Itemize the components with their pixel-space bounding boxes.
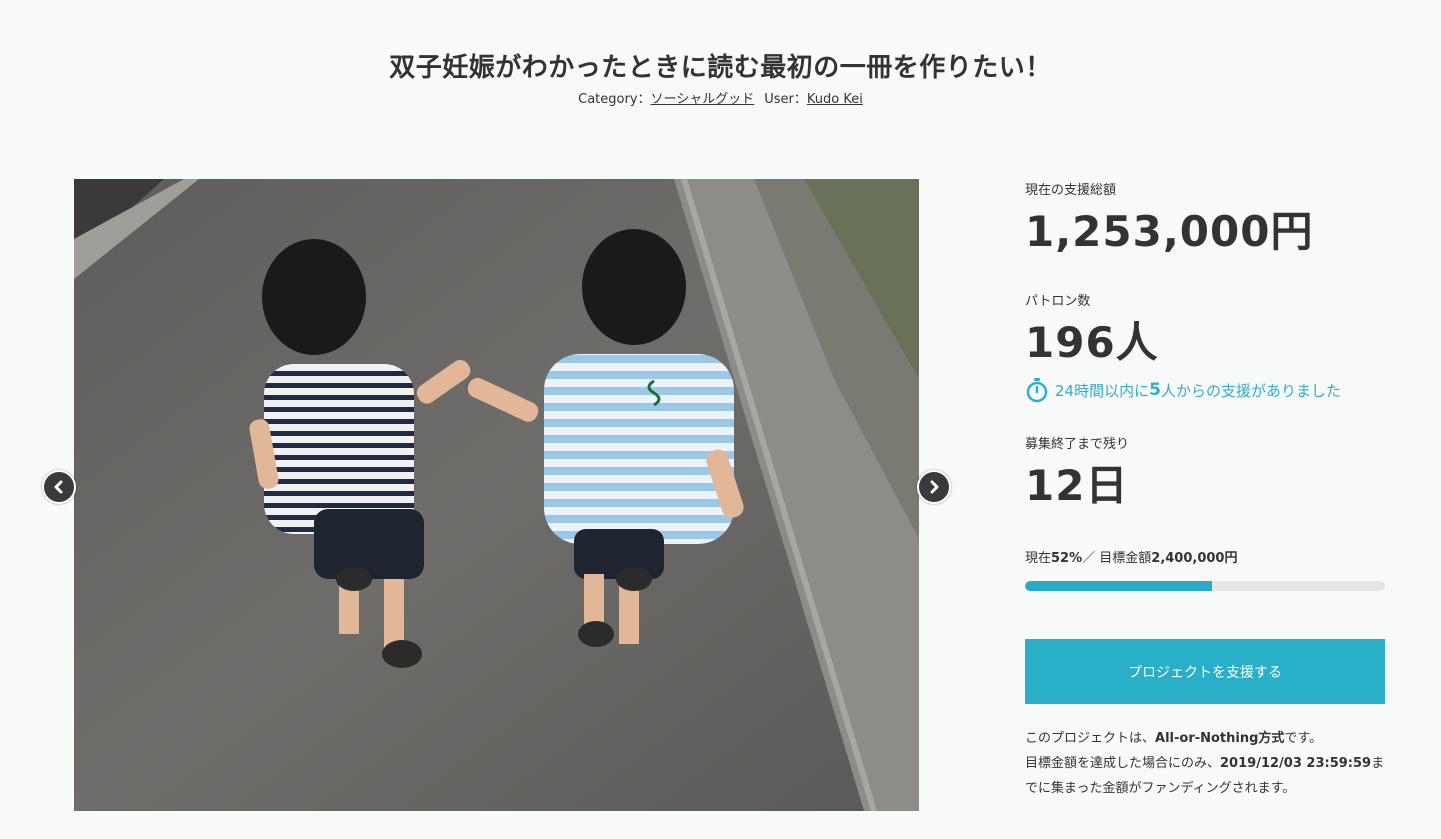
category-label: Category：: [578, 92, 651, 107]
progress-bar-fill: [1025, 581, 1213, 591]
twins-walking-photo: [74, 179, 919, 811]
project-title: 双子妊娠がわかったときに読む最初の一冊を作りたい！: [389, 53, 1052, 84]
project-photo: [74, 179, 919, 811]
goal-amount: 2,400,000円: [1151, 551, 1238, 566]
percent-achieved: 52%: [1051, 551, 1083, 566]
user-link[interactable]: Kudo Kei: [807, 92, 863, 107]
gallery-next-button[interactable]: [917, 470, 951, 504]
patrons-label: パトロン数: [1025, 294, 1091, 309]
note-line1-prefix: このプロジェクトは、: [1025, 731, 1156, 746]
note-line1-suffix: です。: [1284, 731, 1323, 746]
funding-note: このプロジェクトは、All-or-Nothing方式です。 目標金額を達成した場…: [1025, 726, 1387, 801]
patrons-count: 196人: [1025, 318, 1159, 367]
chevron-left-icon: [54, 480, 63, 494]
recent-suffix: 人からの支援がありました: [1160, 381, 1341, 400]
project-meta: Category：ソーシャルグッド User：Kudo Kei: [0, 88, 1441, 107]
recent-count: 5: [1149, 380, 1161, 400]
remaining-label: 募集終了まで残り: [1025, 437, 1130, 452]
current-prefix: 現在: [1025, 551, 1052, 566]
user-label: User：: [764, 92, 807, 107]
total-label: 現在の支援総額: [1025, 183, 1117, 198]
support-project-button[interactable]: プロジェクトを支援する: [1025, 639, 1385, 704]
note-deadline: 2019/12/03 23:59:59: [1220, 756, 1372, 771]
recent-prefix: 24時間以内に: [1055, 381, 1150, 400]
chevron-right-icon: [930, 480, 939, 494]
stopwatch-icon: [1026, 378, 1048, 403]
goal-separator: ／ 目標金額: [1082, 551, 1152, 566]
gallery-prev-button[interactable]: [42, 470, 76, 504]
progress-bar: [1025, 581, 1385, 591]
note-line2-prefix: 目標金額を達成した場合にのみ、: [1025, 756, 1221, 771]
remaining-days: 12日: [1025, 461, 1129, 510]
goal-summary: 現在52%／ 目標金額2,400,000円: [1025, 547, 1237, 566]
note-method: All-or-Nothing方式: [1155, 731, 1285, 746]
category-link[interactable]: ソーシャルグッド: [651, 92, 755, 107]
total-amount: 1,253,000円: [1025, 207, 1314, 256]
recent-support-notice: 24時間以内に 5 人からの支援がありました: [1025, 377, 1341, 403]
